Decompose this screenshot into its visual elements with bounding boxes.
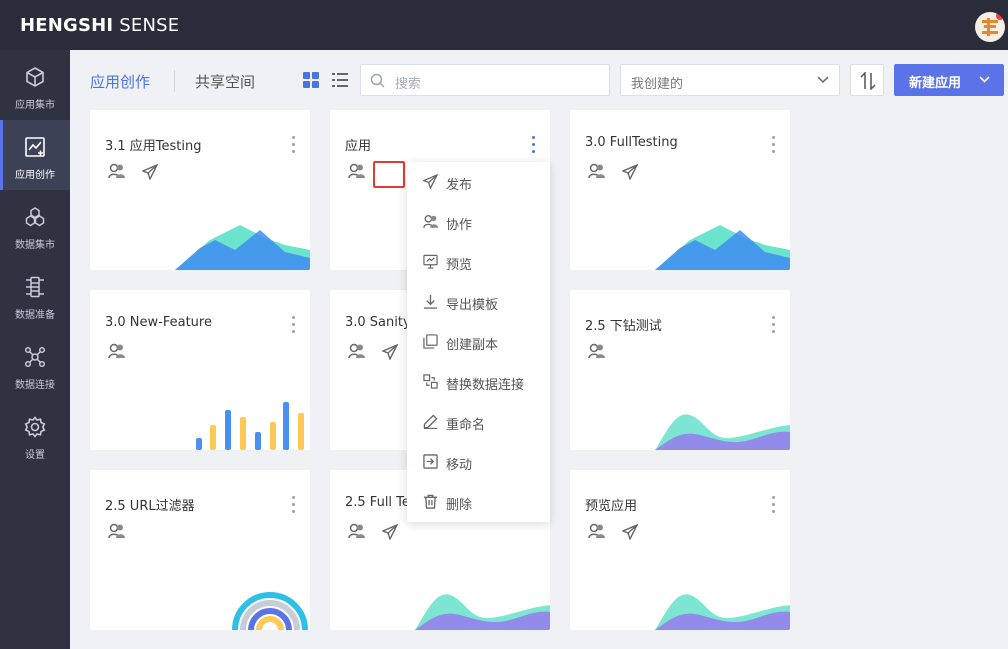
download-icon <box>423 294 438 309</box>
menu-item-publish[interactable]: 发布 <box>407 162 550 202</box>
more-options-icon[interactable] <box>290 496 296 516</box>
gear-icon <box>24 416 46 438</box>
app-card[interactable]: 3.0 FullTesting <box>570 110 790 270</box>
chevron-down-icon <box>979 76 990 83</box>
pen-icon <box>423 414 438 429</box>
highlight-box <box>373 161 405 188</box>
publish-icon[interactable] <box>142 164 158 180</box>
menu-item-delete[interactable]: 删除 <box>407 482 550 522</box>
sidebar-item-app-market[interactable]: 应用集市 <box>0 50 70 120</box>
wave-thumbnail <box>655 594 790 630</box>
mountain-thumbnail <box>175 225 310 270</box>
new-app-button[interactable]: 新建应用 <box>894 64 1004 96</box>
collaborate-icon[interactable] <box>588 163 606 179</box>
app-card[interactable]: 2.5 下钻测试 <box>570 290 790 450</box>
menu-item-preview[interactable]: 预览 <box>407 242 550 282</box>
brand-logo[interactable]: HENGSHI SENSE <box>20 15 179 36</box>
chart-edit-icon <box>25 137 45 157</box>
move-icon <box>423 454 438 469</box>
tab-shared-space[interactable]: 共享空间 <box>195 71 255 92</box>
sidebar-item-data-connect[interactable]: 数据连接 <box>0 330 70 400</box>
wave-thumbnail <box>655 414 790 450</box>
cube-icon <box>26 67 44 87</box>
search-input[interactable]: 搜索 <box>360 64 610 96</box>
app-card[interactable]: 3.1 应用Testing <box>90 110 310 270</box>
send-icon <box>423 174 438 189</box>
collaborate-icon[interactable] <box>108 163 126 179</box>
mountain-thumbnail <box>655 225 790 270</box>
chevron-down-icon <box>817 76 829 84</box>
owner-filter-value: 我创建的 <box>631 77 684 92</box>
copy-icon <box>423 334 438 349</box>
publish-icon[interactable] <box>622 524 638 540</box>
menu-item-move[interactable]: 移动 <box>407 442 550 482</box>
app-card[interactable]: 3.0 New-Feature <box>90 290 310 450</box>
collaborate-icon[interactable] <box>348 523 366 539</box>
menu-item-rename[interactable]: 重命名 <box>407 402 550 442</box>
collaborate-icon[interactable] <box>588 343 606 359</box>
context-menu: 发布 协作 预览 导出模板 创建副本 替换数据连接 重命名 移动 删除 <box>407 162 550 522</box>
top-bar: HENGSHI SENSE <box>0 0 1008 50</box>
hexagon-cluster-icon <box>25 207 45 227</box>
collaborate-icon[interactable] <box>108 523 126 539</box>
owner-filter-select[interactable]: 我创建的 <box>620 64 840 96</box>
preview-icon <box>423 254 438 269</box>
more-options-icon[interactable] <box>770 316 776 336</box>
wave-thumbnail <box>415 594 550 630</box>
collaborate-icon[interactable] <box>588 523 606 539</box>
sort-button[interactable] <box>850 64 884 96</box>
menu-item-replace-connection[interactable]: 替换数据连接 <box>407 362 550 402</box>
data-prep-icon <box>26 276 44 298</box>
replace-connection-icon <box>423 374 438 389</box>
list-view-icon[interactable] <box>332 72 348 88</box>
more-options-icon[interactable] <box>530 136 536 156</box>
user-icon <box>423 215 439 228</box>
network-icon <box>24 346 46 368</box>
app-card[interactable]: 2.5 URL过滤器 <box>90 470 310 630</box>
more-options-icon[interactable] <box>290 316 296 336</box>
menu-item-duplicate[interactable]: 创建副本 <box>407 322 550 362</box>
more-options-icon[interactable] <box>770 496 776 516</box>
collaborate-icon[interactable] <box>348 163 366 179</box>
collaborate-icon[interactable] <box>108 343 126 359</box>
avatar[interactable] <box>975 12 1005 42</box>
grid-view-icon[interactable] <box>303 72 319 88</box>
more-options-icon[interactable] <box>770 136 776 156</box>
menu-item-export-template[interactable]: 导出模板 <box>407 282 550 322</box>
more-options-icon[interactable] <box>290 136 296 156</box>
publish-icon[interactable] <box>382 344 398 360</box>
search-icon <box>370 73 385 88</box>
ring-thumbnail <box>232 592 308 630</box>
trash-icon <box>423 494 438 509</box>
sort-icon <box>860 72 876 90</box>
sidebar-item-data-market[interactable]: 数据集市 <box>0 190 70 260</box>
bar-thumbnail <box>196 402 304 450</box>
sidebar-item-settings[interactable]: 设置 <box>0 400 70 470</box>
search-placeholder: 搜索 <box>395 77 422 92</box>
menu-item-collaborate[interactable]: 协作 <box>407 202 550 242</box>
publish-icon[interactable] <box>382 524 398 540</box>
sidebar-item-data-prep[interactable]: 数据准备 <box>0 260 70 330</box>
tab-divider <box>174 70 175 92</box>
notification-dot <box>996 12 1004 20</box>
sidebar: 应用集市 应用创作 数据集市 数据准备 数据连接 设置 <box>0 50 70 649</box>
app-card[interactable]: 预览应用 <box>570 470 790 630</box>
tab-app-create[interactable]: 应用创作 <box>90 71 150 92</box>
sidebar-item-app-create[interactable]: 应用创作 <box>0 120 70 190</box>
collaborate-icon[interactable] <box>348 343 366 359</box>
publish-icon[interactable] <box>622 164 638 180</box>
